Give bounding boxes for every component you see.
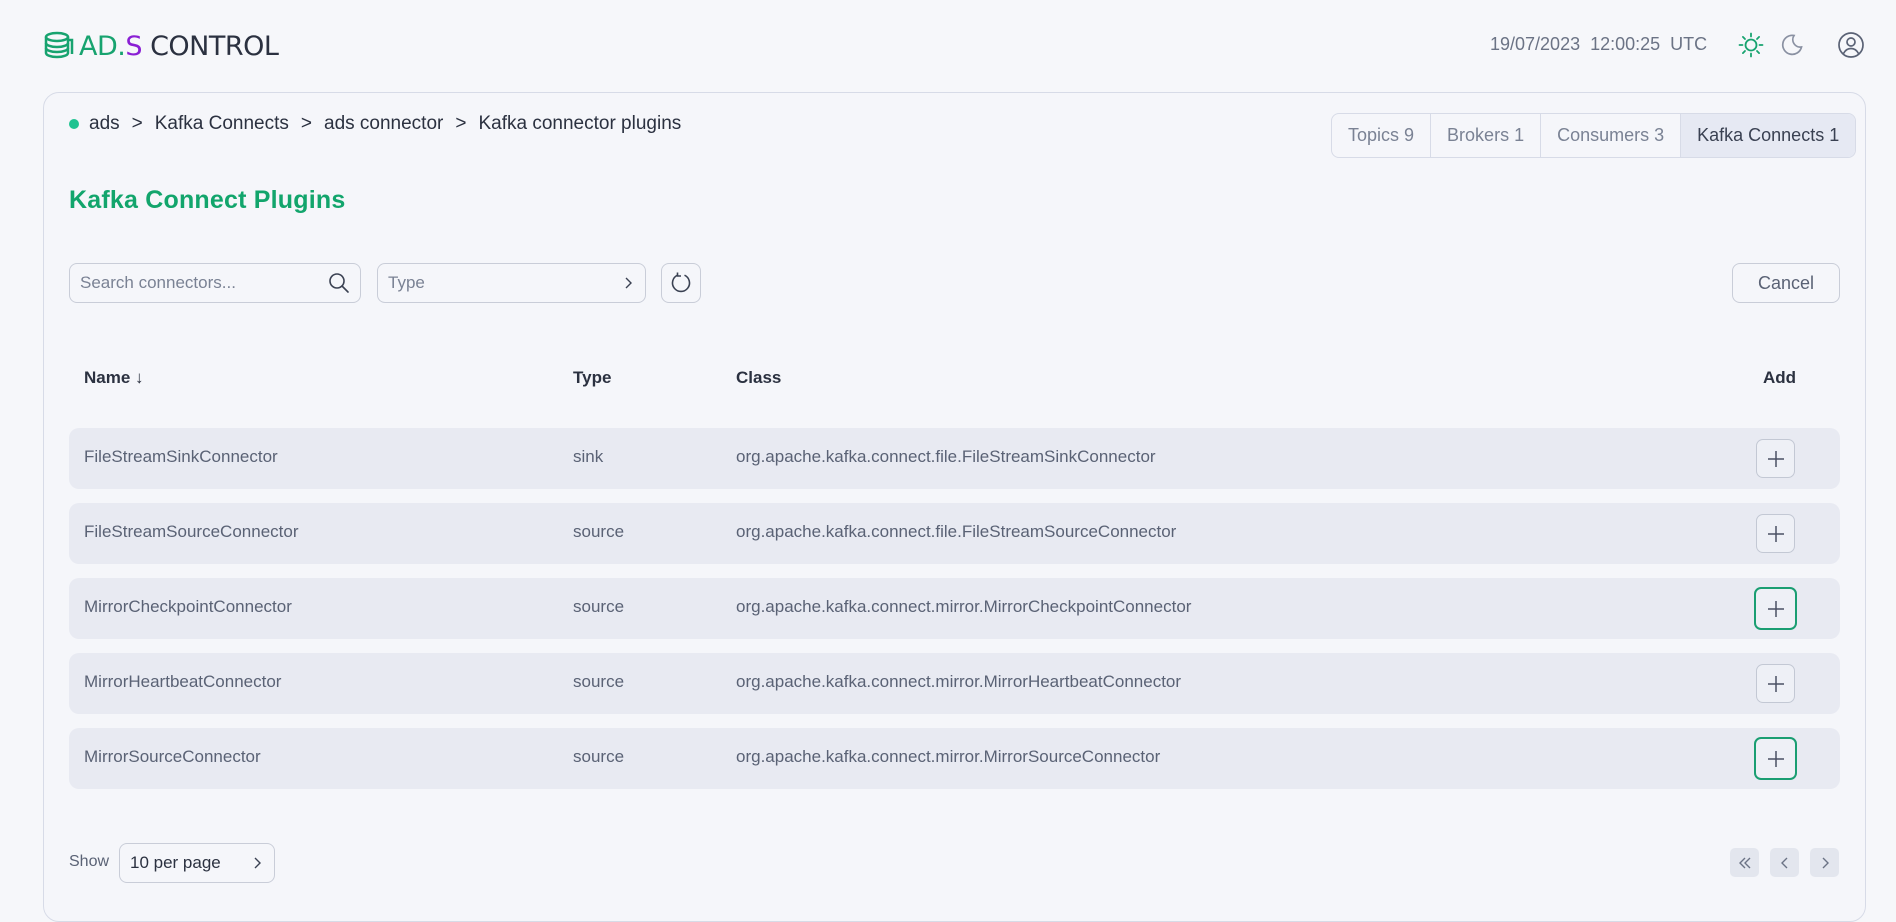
plus-icon [1767,675,1784,692]
cell-type: sink [573,447,604,466]
show-label: Show [69,853,110,870]
add-connector-button[interactable] [1756,514,1795,553]
table-row: FileStreamSourceConnector source org.apa… [69,503,1840,564]
breadcrumb-separator: > [300,113,312,134]
cell-class: org.apache.kafka.connect.mirror.MirrorHe… [736,672,1182,691]
tab-brokers[interactable]: Brokers 1 [1431,114,1542,157]
table-row: MirrorHeartbeatConnector source org.apac… [69,653,1840,714]
light-theme-button[interactable] [1736,30,1766,60]
add-connector-button[interactable] [1754,737,1797,780]
breadcrumb-item-cluster[interactable]: ads [89,113,120,135]
breadcrumb: ads > Kafka Connects > ads connector > K… [69,113,681,135]
cell-name: MirrorSourceConnector [84,747,261,766]
column-header-type: Type [573,368,612,387]
breadcrumb-separator: > [455,113,467,134]
clock-time: 12:00:25 [1590,34,1661,54]
clock-timezone: UTC [1670,34,1708,54]
tab-topics[interactable]: Topics 9 [1332,114,1432,157]
logo-text-s: S [125,30,142,62]
chevron-right-icon [254,857,261,869]
search-icon[interactable] [328,272,350,294]
top-bar: AD.S CONTROL 19/07/2023 12:00:25 UTC [0,0,1896,92]
chevron-right-icon [1822,857,1829,868]
user-icon [1838,32,1864,58]
add-connector-button[interactable] [1754,587,1797,630]
cell-type: source [573,747,625,766]
clock: 19/07/2023 12:00:25 UTC [1490,34,1717,55]
column-header-name[interactable]: Name ↓ [84,368,144,388]
tab-label: Brokers [1447,125,1510,145]
logo-icon [44,31,74,59]
add-connector-button[interactable] [1756,664,1795,703]
plus-icon [1767,750,1784,767]
refresh-icon [671,272,691,293]
tab-count: 1 [1829,125,1840,145]
column-header-name-label: Name [84,368,131,387]
plus-icon [1767,525,1784,542]
plus-icon [1767,600,1784,617]
cell-type: source [573,522,625,541]
next-page-button[interactable] [1810,848,1839,877]
sun-icon [1738,32,1764,58]
cell-type: source [573,672,625,691]
tab-label: Topics [1348,125,1400,145]
type-select-placeholder: Type [388,273,425,292]
first-page-button[interactable] [1730,848,1759,877]
add-connector-button[interactable] [1756,439,1795,478]
status-dot [69,119,79,129]
previous-page-button[interactable] [1770,848,1799,877]
cell-type: source [573,597,625,616]
cell-name: MirrorHeartbeatConnector [84,672,282,691]
breadcrumb-item-connector[interactable]: ads connector [324,113,443,135]
user-menu-button[interactable] [1836,30,1866,60]
cell-name: FileStreamSourceConnector [84,522,299,541]
cell-class: org.apache.kafka.connect.file.FileStream… [736,447,1156,466]
dark-theme-button[interactable] [1777,30,1807,60]
cell-class: org.apache.kafka.connect.mirror.MirrorCh… [736,597,1192,616]
tab-kafka-connects[interactable]: Kafka Connects 1 [1681,114,1856,157]
logo[interactable]: AD.S CONTROL [43,28,279,64]
double-chevron-left-icon [1738,857,1750,868]
cell-class: org.apache.kafka.connect.file.FileStream… [736,522,1177,541]
plus-icon [1767,450,1784,467]
table-row: FileStreamSinkConnector sink org.apache.… [69,428,1840,489]
page-title: Kafka Connect Plugins [69,186,346,214]
logo-text: AD.S CONTROL [79,30,279,62]
cell-name: MirrorCheckpointConnector [84,597,292,616]
tab-count: 1 [1514,125,1525,145]
chevron-left-icon [1780,857,1787,868]
per-page-value: 10 per page [130,853,221,872]
tab-consumers[interactable]: Consumers 3 [1541,114,1682,157]
type-select[interactable]: Type [377,263,646,303]
logo-text-ad: AD [79,30,118,62]
chevron-right-icon [625,277,632,289]
main-card: ads > Kafka Connects > ads connector > K… [43,92,1866,922]
tab-label: Kafka Connects [1697,125,1825,145]
refresh-button[interactable] [661,263,701,303]
column-header-class: Class [736,368,782,387]
search-box [69,263,361,303]
cluster-tabs: Topics 9 Brokers 1 Consumers 3 Kafka Connec… [1331,113,1857,158]
tab-count: 3 [1654,125,1665,145]
cell-class: org.apache.kafka.connect.mirror.MirrorSo… [736,747,1161,766]
table-row: MirrorCheckpointConnector source org.apa… [69,578,1840,639]
moon-icon [1781,34,1803,56]
search-input[interactable] [70,273,310,293]
tab-count: 9 [1404,125,1415,145]
breadcrumb-item-current: Kafka connector plugins [478,113,682,134]
breadcrumb-item-kafka-connects[interactable]: Kafka Connects [155,113,289,135]
breadcrumb-separator: > [131,113,143,134]
per-page-select[interactable]: 10 per page [119,843,275,883]
table-header: Name ↓ Type Class Add [69,368,1840,398]
clock-date: 19/07/2023 [1490,34,1581,54]
tab-label: Consumers [1557,125,1650,145]
cancel-button[interactable]: Cancel [1732,263,1840,303]
table-row: MirrorSourceConnector source org.apache.… [69,728,1840,789]
sort-arrow-icon: ↓ [135,368,144,387]
cell-name: FileStreamSinkConnector [84,447,278,466]
logo-text-control: CONTROL [142,30,279,62]
column-header-add: Add [1763,368,1797,387]
